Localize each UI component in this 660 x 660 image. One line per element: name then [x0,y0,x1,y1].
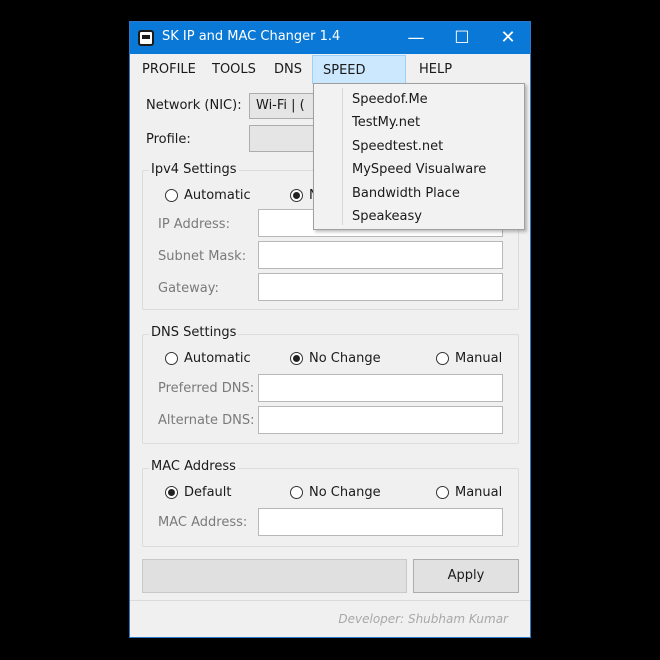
gateway-input[interactable] [258,273,503,301]
mac-address-title: MAC Address [149,459,238,474]
close-button[interactable]: ✕ [485,22,531,54]
dns-automatic-radio[interactable] [165,352,178,365]
title-bar[interactable]: SK IP and MAC Changer 1.4 — ☐ ✕ [130,22,530,54]
network-label: Network (NIC): [146,98,242,113]
status-box [142,559,407,593]
maximize-button[interactable]: ☐ [439,22,485,54]
mac-manual-label: Manual [455,485,503,500]
menu-profile[interactable]: PROFILE [142,54,196,83]
alternate-dns-label: Alternate DNS: [158,413,255,428]
gateway-label: Gateway: [158,281,219,296]
network-select-value: Wi-Fi | ( [256,98,305,113]
preferred-dns-label: Preferred DNS: [158,381,255,396]
dns-manual-label: Manual [455,351,503,366]
app-window: SK IP and MAC Changer 1.4 — ☐ ✕ PROFILE … [129,21,531,638]
menu-dns[interactable]: DNS [274,54,302,83]
alternate-dns-input[interactable] [258,406,503,434]
menu-help[interactable]: HELP [419,54,452,83]
ipv4-nochange-radio[interactable] [290,189,303,202]
menu-item-bandwidth-place[interactable]: Bandwidth Place [352,186,460,201]
footer-divider [130,600,530,601]
window-title: SK IP and MAC Changer 1.4 [162,29,341,44]
menu-item-speedtest[interactable]: Speedtest.net [352,139,443,154]
menu-item-myspeed-visualware[interactable]: MySpeed Visualware [352,162,486,177]
menu-bar: PROFILE TOOLS DNS SPEED TESTS HELP [130,54,530,107]
menu-item-speedofme[interactable]: Speedof.Me [352,92,428,107]
menu-speed-tests[interactable]: SPEED TESTS [312,55,406,107]
ipv4-automatic-radio[interactable] [165,189,178,202]
subnet-mask-label: Subnet Mask: [158,249,247,264]
apply-button[interactable]: Apply [413,559,519,593]
mac-address-input[interactable] [258,508,503,536]
mac-address-label: MAC Address: [158,515,248,530]
menu-item-testmy[interactable]: TestMy.net [352,115,420,130]
dns-manual-radio[interactable] [436,352,449,365]
menu-icon-gutter [342,88,343,225]
dns-nochange-label: No Change [309,351,381,366]
ipv4-settings-title: Ipv4 Settings [149,162,239,177]
mac-default-label: Default [184,485,232,500]
minimize-button[interactable]: — [393,22,439,54]
menu-tools[interactable]: TOOLS [212,54,256,83]
dns-automatic-label: Automatic [184,351,251,366]
dns-settings-title: DNS Settings [149,325,239,340]
mac-default-radio[interactable] [165,486,178,499]
preferred-dns-input[interactable] [258,374,503,402]
ip-address-label: IP Address: [158,217,230,232]
app-icon [138,30,154,46]
profile-label: Profile: [146,132,191,147]
subnet-mask-input[interactable] [258,241,503,269]
mac-nochange-label: No Change [309,485,381,500]
menu-item-speakeasy[interactable]: Speakeasy [352,209,422,224]
speed-tests-dropdown: Speedof.Me TestMy.net Speedtest.net MySp… [313,83,525,230]
mac-manual-radio[interactable] [436,486,449,499]
dns-nochange-radio[interactable] [290,352,303,365]
ipv4-automatic-label: Automatic [184,188,251,203]
mac-nochange-radio[interactable] [290,486,303,499]
developer-credit: Developer: Shubham Kumar [338,612,508,626]
